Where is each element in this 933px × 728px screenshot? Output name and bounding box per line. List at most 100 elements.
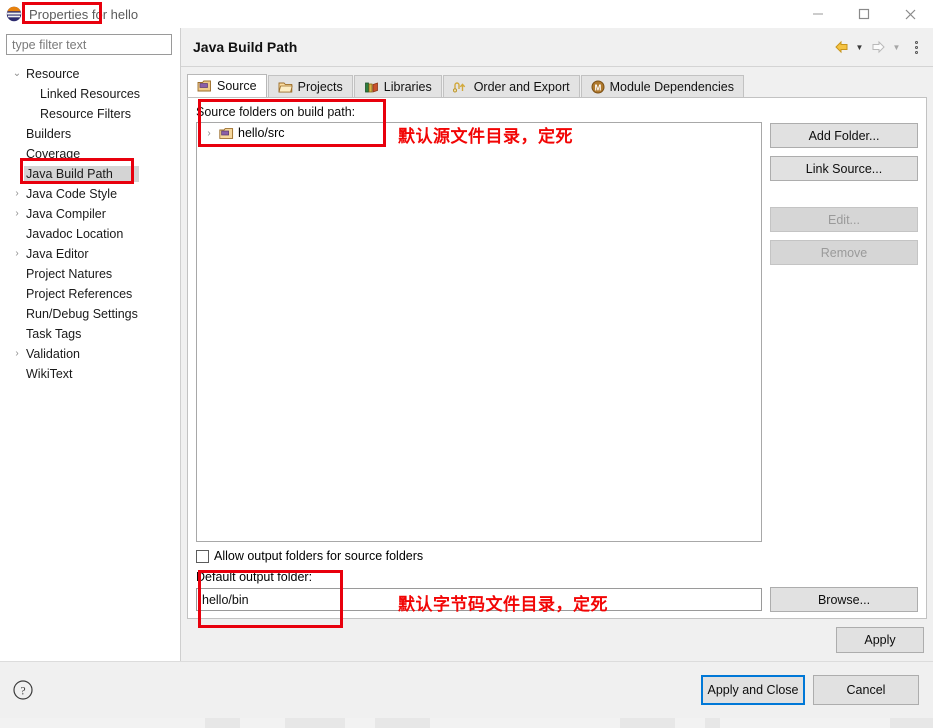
chevron-icon[interactable]: ›	[10, 249, 24, 259]
sidebar-item-project-references[interactable]: Project References	[0, 284, 180, 304]
tab-projects[interactable]: Projects	[267, 75, 353, 97]
sidebar-item-javadoc-location[interactable]: Javadoc Location	[0, 224, 180, 244]
title-bar: Properties for hello	[0, 0, 933, 28]
sidebar-item-builders[interactable]: Builders	[0, 124, 180, 144]
taskbar-segment	[705, 718, 721, 728]
back-history-caret-icon[interactable]: ▼	[853, 37, 866, 57]
sidebar-item-java-editor[interactable]: › Java Editor	[0, 244, 180, 264]
edit-button: Edit...	[770, 207, 918, 232]
settings-page: Java Build Path ▼ ▼ Source Projects Libr…	[181, 28, 933, 661]
sidebar-item-label: Java Editor	[26, 247, 89, 261]
sidebar-item-wikitext[interactable]: WikiText	[0, 364, 180, 384]
taskbar-segment	[205, 718, 241, 728]
chevron-icon[interactable]: ›	[10, 209, 24, 219]
apply-row: Apply	[181, 619, 933, 661]
sidebar-item-label: Java Build Path	[24, 166, 139, 182]
taskbar-segment	[430, 718, 621, 728]
taskbar-segment	[720, 718, 891, 728]
help-question-icon[interactable]: ?	[12, 679, 34, 701]
source-action-buttons: Add Folder... Link Source... Edit... Remove	[770, 105, 918, 542]
tab-order-and-export[interactable]: Order and Export	[442, 75, 580, 97]
sidebar-item-label: Javadoc Location	[26, 227, 124, 241]
tab-label: Projects	[297, 79, 343, 94]
sidebar-item-label: Resource	[26, 67, 80, 81]
libraries-books-icon	[364, 80, 379, 94]
taskbar-segment	[240, 718, 286, 728]
sidebar-item-run-debug-settings[interactable]: Run/Debug Settings	[0, 304, 180, 324]
default-output-folder-row: Browse...	[196, 587, 918, 612]
forward-arrow-icon[interactable]	[868, 37, 888, 57]
sidebar-item-resource[interactable]: ⌄ Resource	[0, 64, 180, 84]
taskbar-sliver	[0, 718, 933, 728]
svg-text:?: ?	[20, 685, 25, 697]
sidebar-item-java-build-path[interactable]: Java Build Path	[0, 164, 180, 184]
svg-text:M: M	[594, 83, 601, 92]
maximize-button[interactable]	[841, 0, 887, 28]
sidebar-item-validation[interactable]: › Validation	[0, 344, 180, 364]
sidebar-item-label: Resource Filters	[40, 107, 131, 121]
sidebar-item-resource-filters[interactable]: Resource Filters	[0, 104, 180, 124]
order-export-icon	[452, 80, 469, 94]
sidebar-item-label: Linked Resources	[40, 87, 141, 101]
sidebar-item-label: Builders	[26, 127, 72, 141]
tab-label: Source	[217, 79, 257, 93]
taskbar-segment	[0, 718, 206, 728]
tab-source[interactable]: Source	[187, 74, 267, 97]
sidebar-item-java-code-style[interactable]: › Java Code Style	[0, 184, 180, 204]
source-folder-icon	[219, 127, 234, 140]
filter-input[interactable]	[6, 34, 172, 55]
back-arrow-icon[interactable]	[831, 37, 851, 57]
forward-history-caret-icon[interactable]: ▼	[890, 37, 903, 57]
close-button[interactable]	[887, 0, 933, 28]
minimize-button[interactable]	[795, 0, 841, 28]
default-output-folder-input[interactable]	[196, 588, 762, 611]
browse-button[interactable]: Browse...	[770, 587, 918, 612]
kebab-menu-icon[interactable]	[909, 37, 923, 57]
apply-button[interactable]: Apply	[836, 627, 924, 653]
tab-strip: Source Projects Libraries Order and Export M…	[181, 67, 933, 97]
taskbar-segment	[675, 718, 706, 728]
chevron-icon[interactable]: ›	[10, 349, 24, 359]
source-folder-item[interactable]: › hello/src	[197, 123, 761, 143]
sidebar-item-label: WikiText	[26, 367, 73, 381]
apply-and-close-button[interactable]: Apply and Close	[701, 675, 805, 705]
tab-label: Order and Export	[473, 79, 570, 94]
allow-output-folders-row[interactable]: Allow output folders for source folders	[196, 549, 918, 563]
tab-libraries[interactable]: Libraries	[353, 75, 442, 97]
sidebar-item-label: Coverage	[26, 147, 81, 161]
eclipse-icon	[6, 6, 22, 22]
taskbar-segment	[285, 718, 346, 728]
settings-sidebar: ⌄Resource Linked Resources Resource Filter…	[0, 28, 181, 661]
sidebar-item-linked-resources[interactable]: Linked Resources	[0, 84, 180, 104]
window-title: Properties for hello	[29, 6, 139, 22]
source-folder-list[interactable]: › hello/src	[196, 122, 762, 542]
default-output-folder-label: Default output folder:	[196, 570, 313, 584]
page-nav: ▼ ▼	[831, 37, 923, 57]
chevron-icon[interactable]: ›	[10, 189, 24, 199]
page-header: Java Build Path ▼ ▼	[181, 28, 933, 67]
settings-tree: ⌄ Resource Linked Resources Resource Filter…	[0, 62, 180, 661]
link-source-button[interactable]: Link Source...	[770, 156, 918, 181]
taskbar-segment	[890, 718, 933, 728]
tab-label: Libraries	[383, 79, 432, 94]
taskbar-segment	[375, 718, 431, 728]
module-circle-icon: M	[591, 80, 605, 94]
source-section: Source folders on build path: › hello/src…	[196, 105, 918, 542]
sidebar-item-coverage[interactable]: Coverage	[0, 144, 180, 164]
chevron-icon[interactable]: ›	[203, 128, 215, 139]
source-tab-panel: Source folders on build path: › hello/src…	[187, 97, 927, 619]
sidebar-item-project-natures[interactable]: Project Natures	[0, 264, 180, 284]
cancel-button[interactable]: Cancel	[813, 675, 919, 705]
projects-folder-icon	[278, 80, 293, 94]
window-controls	[795, 0, 933, 28]
add-folder-button[interactable]: Add Folder...	[770, 123, 918, 148]
allow-output-folders-checkbox[interactable]	[196, 549, 209, 563]
dialog-footer: ? Apply and Close Cancel	[0, 661, 933, 718]
chevron-icon[interactable]: ⌄	[10, 69, 24, 79]
tab-label: Module Dependencies	[609, 79, 734, 94]
sidebar-item-label: Java Code Style	[26, 187, 118, 201]
dialog-body: ⌄Resource Linked Resources Resource Filter…	[0, 28, 933, 661]
sidebar-item-task-tags[interactable]: Task Tags	[0, 324, 180, 344]
sidebar-item-java-compiler[interactable]: › Java Compiler	[0, 204, 180, 224]
tab-module-dependencies[interactable]: M Module Dependencies	[580, 75, 744, 97]
